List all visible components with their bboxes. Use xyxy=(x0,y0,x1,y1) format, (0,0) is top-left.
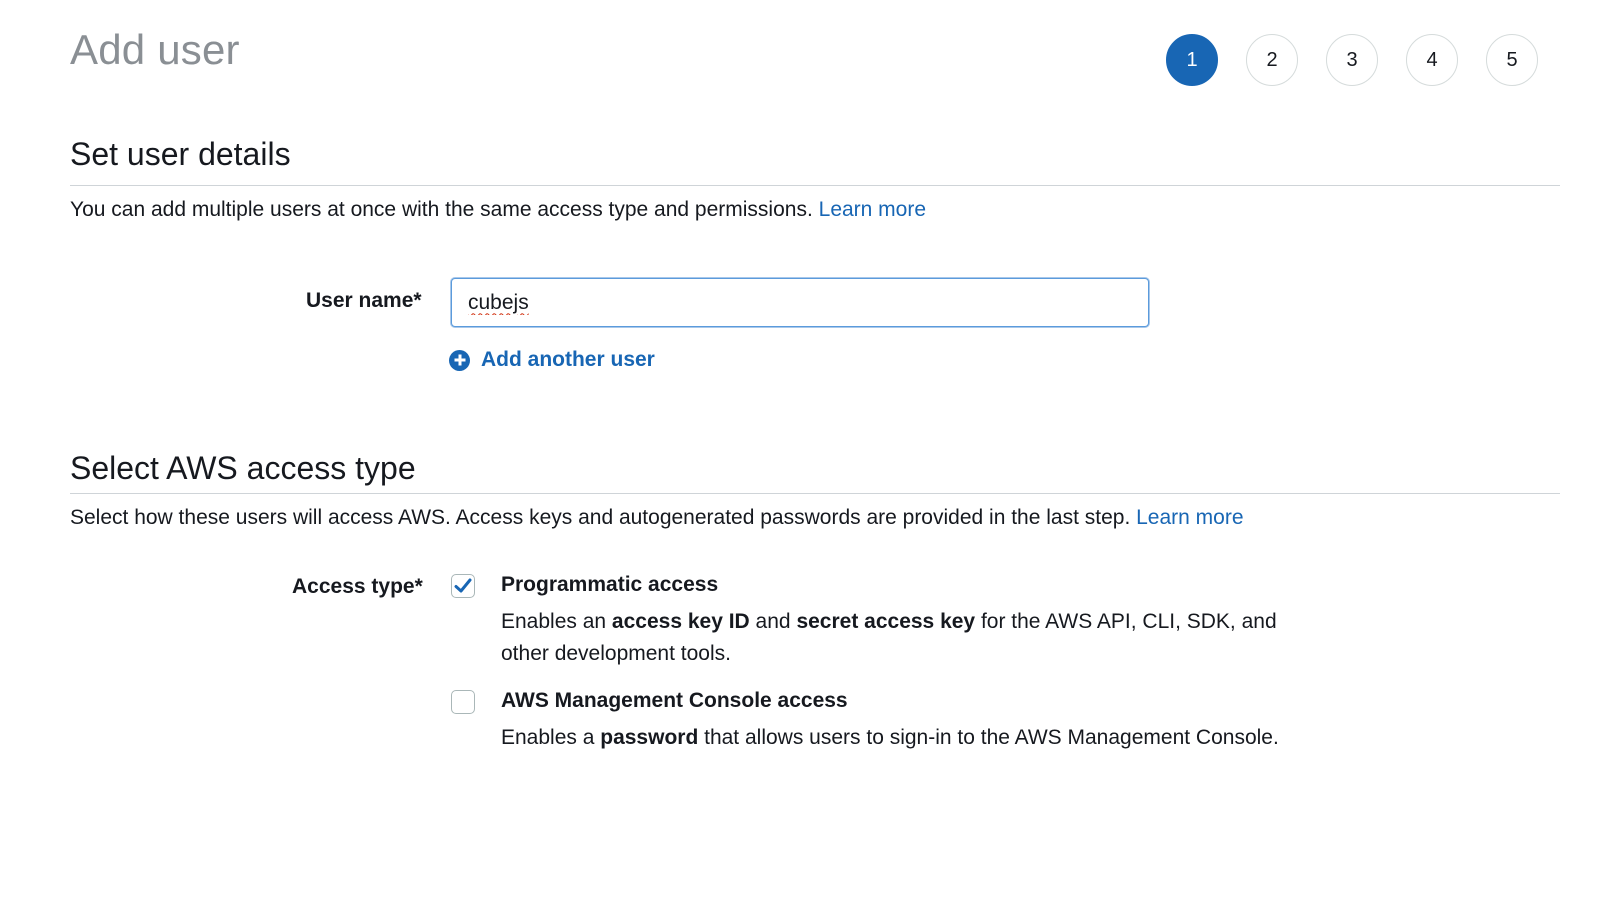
console-desc-text: Enables a xyxy=(501,726,601,749)
section-title-access-type: Select AWS access type xyxy=(70,450,416,486)
console-access-title: AWS Management Console access xyxy=(501,689,848,712)
wizard-steps: 1 2 3 4 5 xyxy=(1166,34,1538,86)
user-details-description-text: You can add multiple users at once with … xyxy=(70,198,813,221)
learn-more-link-access-type[interactable]: Learn more xyxy=(1136,506,1243,529)
programmatic-desc-text: Enables an xyxy=(501,610,612,633)
section-divider xyxy=(70,493,1560,494)
user-details-description: You can add multiple users at once with … xyxy=(70,198,926,222)
access-type-description-text: Select how these users will access AWS. … xyxy=(70,506,1131,529)
access-type-label: Access type* xyxy=(292,575,423,598)
step-1[interactable]: 1 xyxy=(1166,34,1218,86)
checkmark-icon xyxy=(454,578,472,593)
add-another-user-label: Add another user xyxy=(481,348,655,371)
section-title-user-details: Set user details xyxy=(70,136,291,172)
programmatic-desc-bold-secret-key: secret access key xyxy=(796,610,976,633)
console-desc-bold-password: password xyxy=(600,726,699,749)
add-user-page: Add user 1 2 3 4 5 Set user details You … xyxy=(0,0,1600,909)
learn-more-link-user-details[interactable]: Learn more xyxy=(819,198,926,221)
plus-circle-icon xyxy=(449,349,470,371)
programmatic-desc-bold-access-key: access key ID xyxy=(611,610,750,633)
section-divider xyxy=(70,185,1560,186)
console-access-description: Enables a password that allows users to … xyxy=(501,722,1321,754)
console-access-checkbox[interactable] xyxy=(451,690,475,714)
programmatic-access-description: Enables an access key ID and secret acce… xyxy=(501,606,1321,670)
username-input[interactable] xyxy=(451,278,1149,327)
add-another-user-button[interactable]: Add another user xyxy=(449,348,655,372)
programmatic-access-title: Programmatic access xyxy=(501,573,719,596)
username-label: User name* xyxy=(306,289,422,312)
step-3[interactable]: 3 xyxy=(1326,34,1378,86)
programmatic-access-checkbox[interactable] xyxy=(451,574,475,598)
console-desc-text: that allows users to sign-in to the AWS … xyxy=(698,726,1279,749)
programmatic-desc-text: and xyxy=(749,610,797,633)
step-2[interactable]: 2 xyxy=(1246,34,1298,86)
step-4[interactable]: 4 xyxy=(1406,34,1458,86)
page-title: Add user xyxy=(70,26,240,73)
access-type-description: Select how these users will access AWS. … xyxy=(70,506,1244,530)
step-5[interactable]: 5 xyxy=(1486,34,1538,86)
